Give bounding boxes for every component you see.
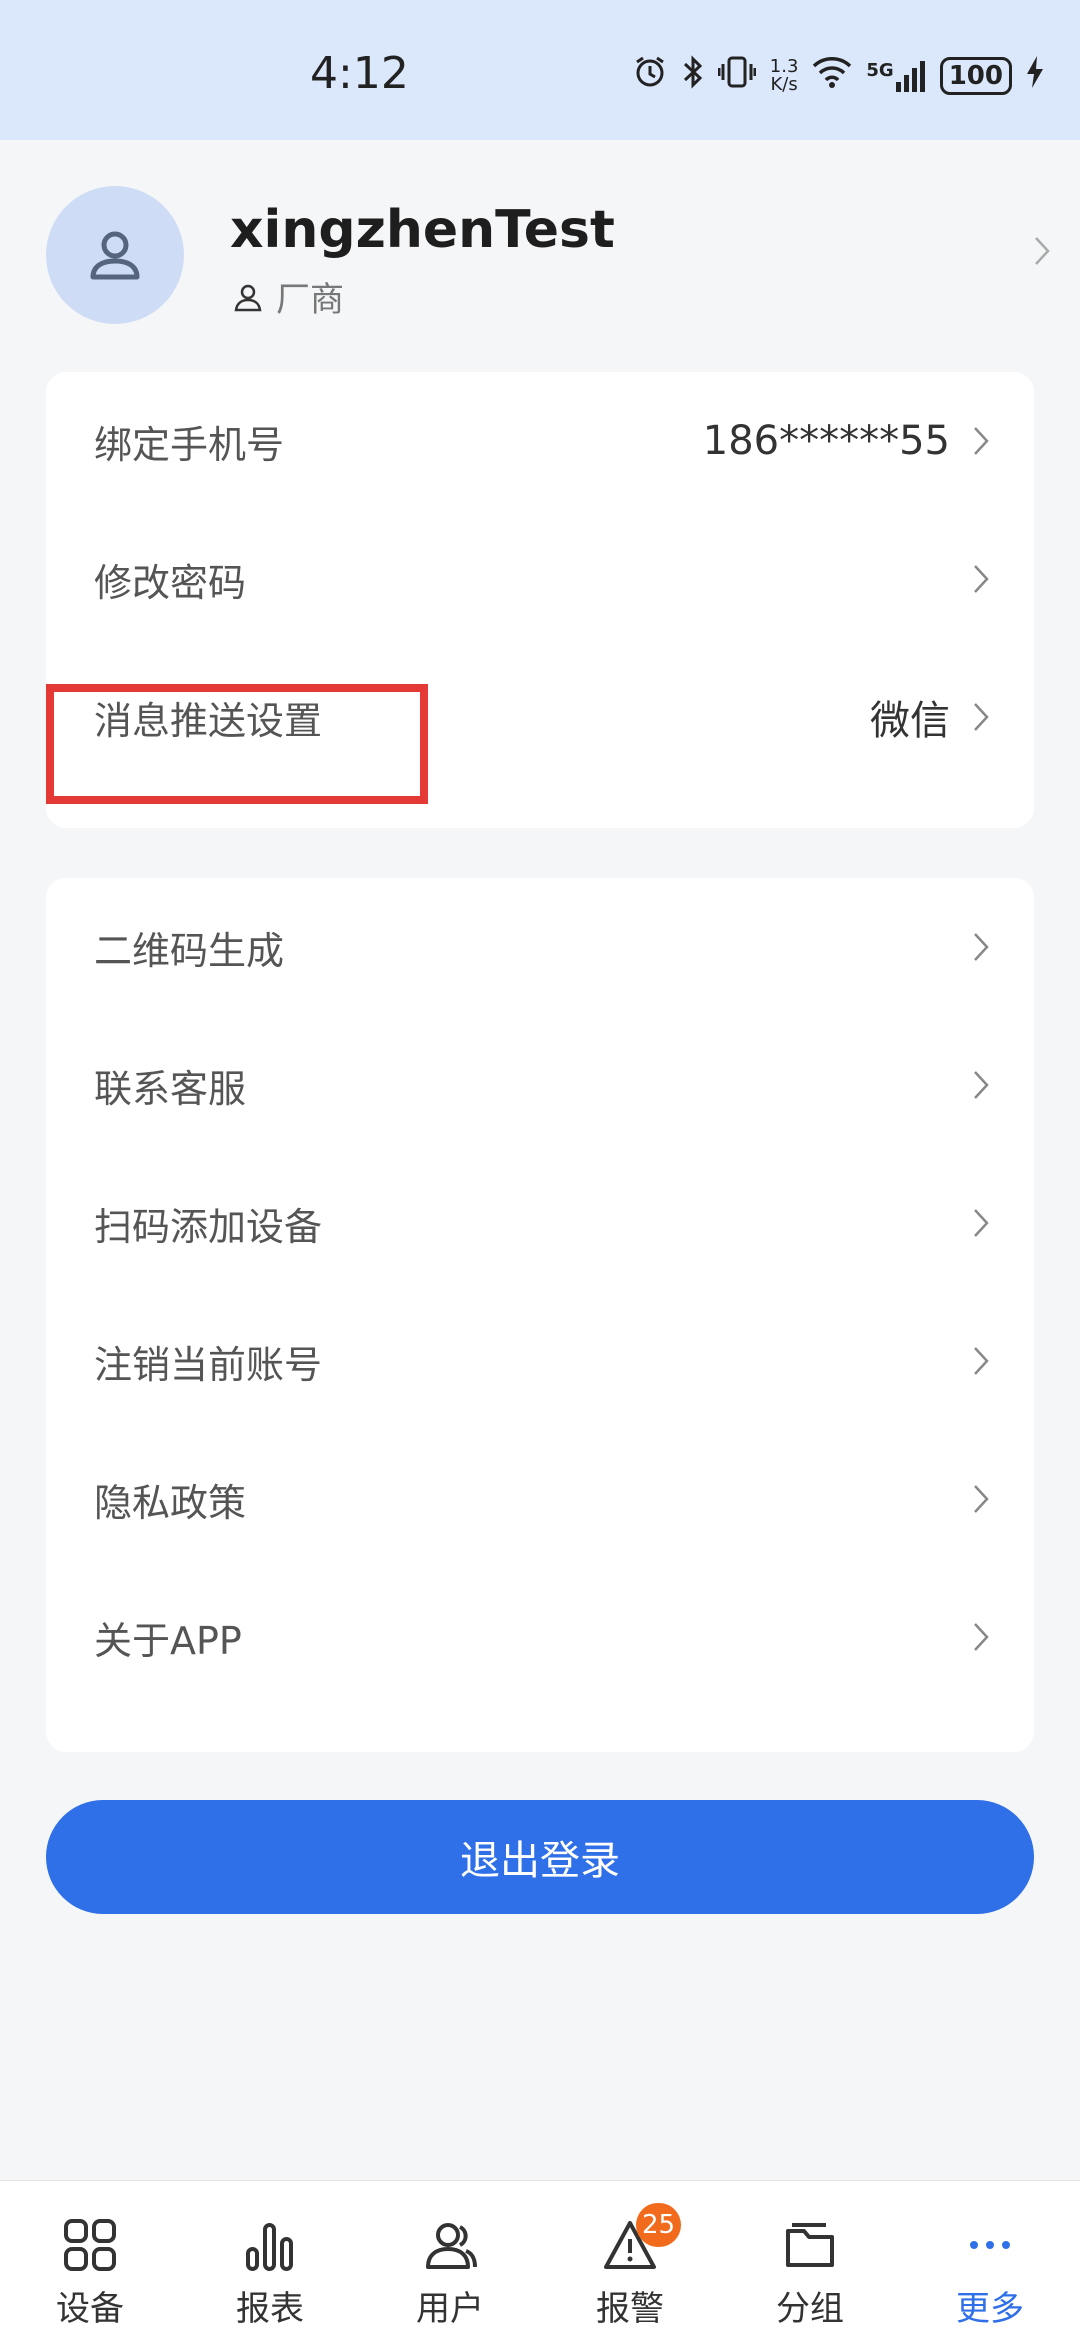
chevron-right-icon <box>974 1347 989 1375</box>
avatar[interactable] <box>46 186 184 324</box>
contact-support-label: 联系客服 <box>94 1066 247 1111</box>
change-password-row[interactable]: 修改密码 <box>46 510 1034 648</box>
account-settings-card: 绑定手机号 186******55 修改密码 消息推送设置 微信 <box>46 372 1034 828</box>
wifi-icon <box>812 56 852 96</box>
privacy-policy-row[interactable]: 隐私政策 <box>46 1430 1034 1568</box>
tab-more-label: 更多 <box>956 2289 1024 2329</box>
tab-users[interactable]: 用户 <box>360 2181 540 2341</box>
bar-chart-icon <box>246 2223 293 2271</box>
grid-icon <box>64 2219 116 2271</box>
scan-add-device-row[interactable]: 扫码添加设备 <box>46 1154 1034 1292</box>
role-row: 厂商 <box>232 272 344 321</box>
bottom-tab-bar: 设备 报表 用户 25 报警 分组 更多 <box>0 2180 1080 2341</box>
user-icon <box>90 231 140 280</box>
chevron-right-icon <box>974 1485 989 1513</box>
push-settings-label: 消息推送设置 <box>94 698 323 743</box>
tab-groups-label: 分组 <box>776 2289 844 2329</box>
bluetooth-icon <box>682 54 704 98</box>
chevron-right-icon <box>974 1209 989 1237</box>
battery-icon: 100 <box>939 57 1012 95</box>
tab-reports-label: 报表 <box>236 2289 304 2329</box>
change-password-label: 修改密码 <box>94 560 247 605</box>
contact-support-row[interactable]: 联系客服 <box>46 1016 1034 1154</box>
net-speed-unit: K/s <box>770 74 798 95</box>
bind-phone-value: 186******55 <box>702 418 950 464</box>
scan-add-device-label: 扫码添加设备 <box>94 1204 323 1249</box>
folder-icon <box>786 2223 834 2267</box>
tab-alarms[interactable]: 25 报警 <box>540 2181 720 2341</box>
tab-users-label: 用户 <box>416 2289 484 2329</box>
qr-generate-row[interactable]: 二维码生成 <box>46 878 1034 1016</box>
alarm-count-badge: 25 <box>636 2203 682 2247</box>
profile-header[interactable]: xingzhenTest 厂商 <box>0 140 1080 370</box>
delete-account-label: 注销当前账号 <box>94 1342 323 1387</box>
person-outline-icon <box>234 284 262 311</box>
logout-button[interactable]: 退出登录 <box>46 1800 1034 1914</box>
chevron-right-icon <box>974 933 989 961</box>
status-icons: 1.3 K/s 5G 100 <box>632 54 1044 98</box>
about-app-label: 关于APP <box>94 1618 242 1663</box>
about-app-row[interactable]: 关于APP <box>46 1568 1034 1706</box>
tab-alarms-label: 报警 <box>596 2289 664 2329</box>
tab-reports[interactable]: 报表 <box>180 2181 360 2341</box>
delete-account-row[interactable]: 注销当前账号 <box>46 1292 1034 1430</box>
chevron-right-icon <box>974 1623 989 1651</box>
qr-generate-label: 二维码生成 <box>94 928 285 973</box>
vibrate-icon <box>717 54 757 98</box>
push-settings-row[interactable]: 消息推送设置 微信 <box>46 648 1034 786</box>
bind-phone-label: 绑定手机号 <box>94 422 285 467</box>
tab-devices[interactable]: 设备 <box>0 2181 180 2341</box>
charging-icon <box>1026 55 1044 97</box>
bind-phone-row[interactable]: 绑定手机号 186******55 <box>46 372 1034 510</box>
users-icon <box>426 2223 477 2269</box>
more-icon <box>970 2241 1010 2249</box>
chevron-right-icon <box>974 1071 989 1099</box>
alarm-icon <box>632 54 668 98</box>
status-bar: 4:12 1.3 K/s 5G 100 <box>0 0 1080 140</box>
tab-devices-label: 设备 <box>56 2289 124 2329</box>
general-settings-card: 二维码生成 联系客服 扫码添加设备 注销当前账号 隐私政策 关于APP <box>46 878 1034 1752</box>
tab-groups[interactable]: 分组 <box>720 2181 900 2341</box>
network-type: 5G <box>866 60 894 81</box>
net-speed: 1.3 K/s <box>770 58 799 94</box>
chevron-right-icon <box>974 427 989 455</box>
chevron-right-icon[interactable] <box>1034 236 1050 266</box>
privacy-policy-label: 隐私政策 <box>94 1480 247 1525</box>
role-label: 厂商 <box>276 280 344 320</box>
username: xingzhenTest <box>230 200 615 260</box>
tab-more[interactable]: 更多 <box>900 2181 1080 2341</box>
signal-icon: 5G <box>866 60 925 92</box>
status-time: 4:12 <box>310 48 409 99</box>
chevron-right-icon <box>974 565 989 593</box>
push-settings-value: 微信 <box>870 698 950 744</box>
chevron-right-icon <box>974 703 989 731</box>
